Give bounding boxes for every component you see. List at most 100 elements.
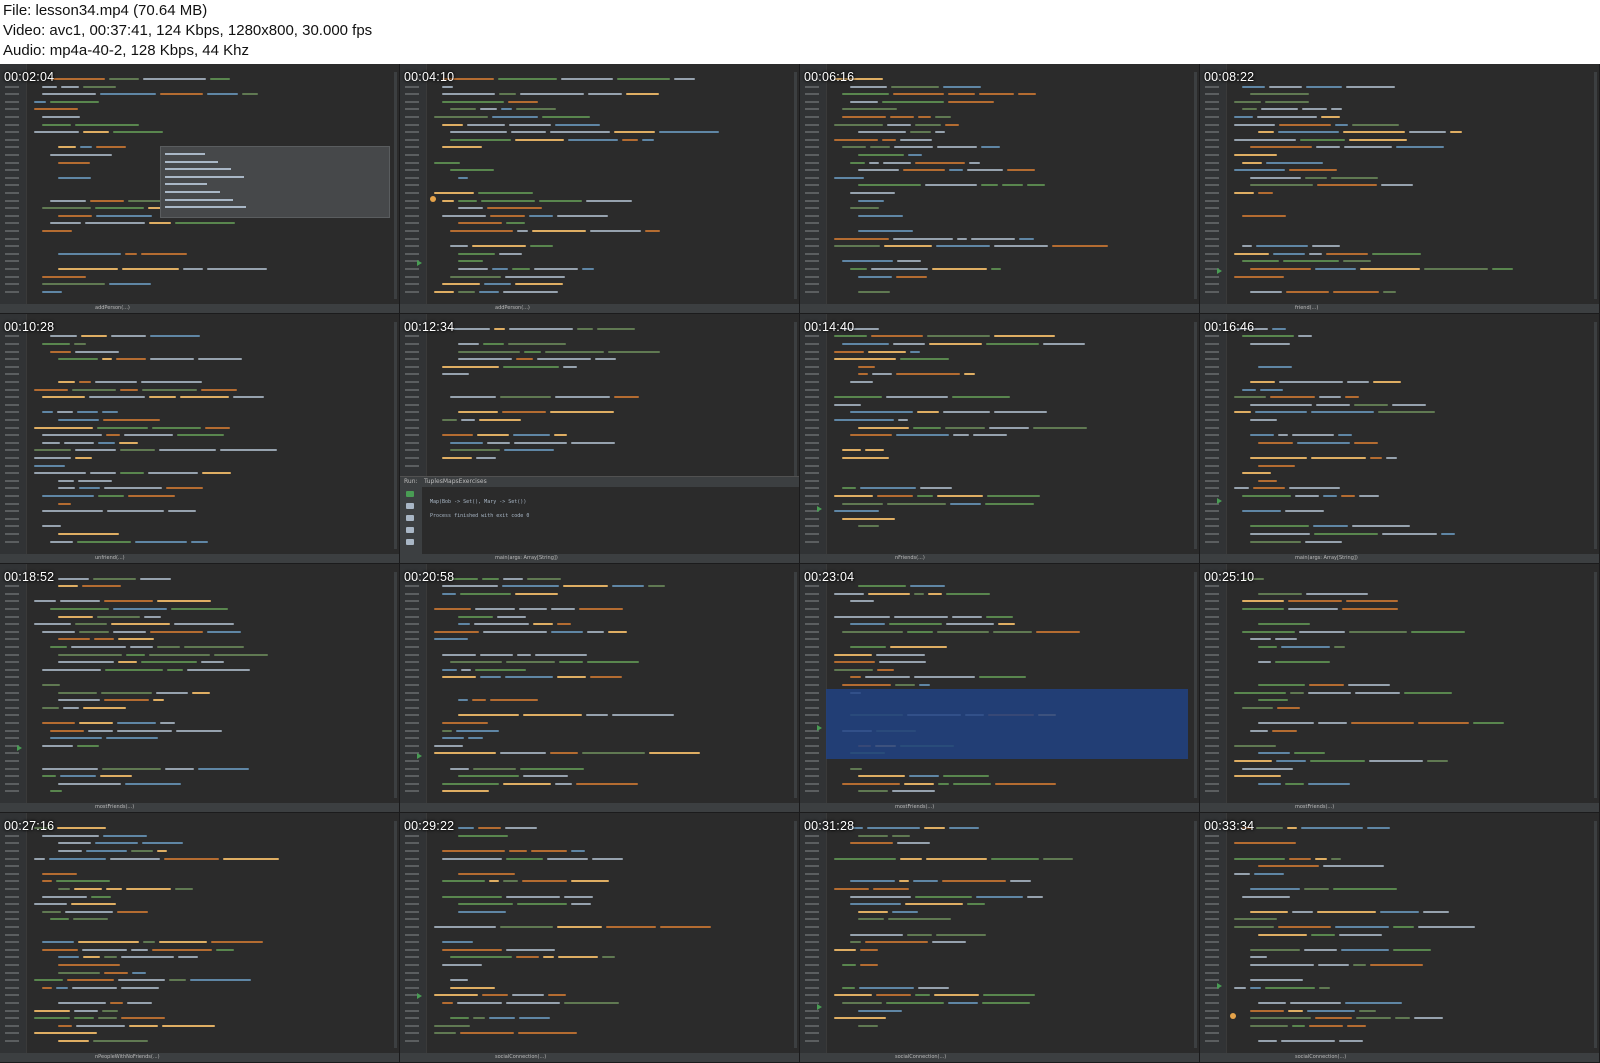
audio-info-line: Audio: mp4a-40-2, 128 Kbps, 44 Khz — [3, 42, 249, 59]
code-token — [499, 252, 522, 255]
video-thumbnail[interactable]: 00:08:22 friend(...) — [1200, 64, 1600, 314]
code-token — [1258, 683, 1305, 686]
code-token — [77, 411, 98, 414]
video-thumbnail[interactable]: 00:31:28 socialConnection(...) — [800, 813, 1200, 1063]
video-thumbnail[interactable]: 00:16:46 main(args: Array[String]) — [1200, 313, 1600, 564]
run-tool-icon[interactable] — [406, 538, 414, 545]
video-thumbnail[interactable]: 00:20:58 — [400, 563, 800, 814]
video-thumbnail[interactable]: 00:10:28 unfriend(...) — [0, 313, 400, 564]
breadcrumb[interactable]: main(args: Array[String]) — [495, 555, 558, 561]
run-tool-icon[interactable] — [406, 514, 414, 521]
editor-scrollbar[interactable] — [1194, 571, 1197, 799]
video-thumbnail[interactable]: 00:25:10 mostFriends(...) — [1200, 563, 1600, 814]
code-token — [50, 737, 102, 740]
code-token — [160, 93, 203, 96]
breadcrumb[interactable]: mostFriends(...) — [95, 804, 134, 810]
autocomplete-item[interactable] — [165, 206, 246, 209]
autocomplete-item[interactable] — [165, 160, 218, 163]
breadcrumb[interactable]: nFriends(...) — [895, 555, 925, 561]
breadcrumb[interactable]: nPeopleWithNoFriends(...) — [95, 1054, 160, 1060]
rerun-icon[interactable] — [406, 490, 414, 497]
run-tool-window[interactable]: Run: TuplesMapsExercises Map(Bob -> Set(),… — [400, 475, 799, 563]
code-token — [555, 123, 600, 126]
thumbnail-grid: 00:02:04 addPerson(...) 00:04:10 addPerson(… — [0, 64, 1600, 1063]
video-thumbnail[interactable]: 00:18:52 mostFriends(...) — [0, 563, 400, 814]
autocomplete-popup[interactable] — [160, 146, 390, 218]
editor-scrollbar[interactable] — [1194, 72, 1197, 299]
line-number — [5, 676, 19, 679]
breadcrumb[interactable]: socialConnection(...) — [895, 1054, 946, 1060]
code-token — [450, 396, 496, 399]
run-tool-icon[interactable] — [406, 526, 414, 533]
autocomplete-item[interactable] — [165, 198, 233, 201]
autocomplete-item[interactable] — [165, 168, 231, 171]
run-tool-icon[interactable] — [406, 502, 414, 509]
editor-scrollbar[interactable] — [794, 821, 797, 1048]
code-token — [434, 926, 496, 929]
line-number — [805, 365, 819, 368]
code-token — [90, 472, 116, 475]
editor-scrollbar[interactable] — [794, 72, 797, 299]
editor-scrollbar[interactable] — [794, 571, 797, 799]
video-thumbnail[interactable]: 00:14:40 nFriends(...) — [800, 313, 1200, 564]
run-gutter-icon[interactable] — [417, 752, 422, 759]
editor-scrollbar[interactable] — [1594, 72, 1597, 299]
editor-scrollbar[interactable] — [1594, 571, 1597, 799]
video-thumbnail[interactable]: 00:23:04 mostFriends(...) — [800, 563, 1200, 814]
editor-scrollbar[interactable] — [1194, 321, 1197, 549]
run-gutter-icon[interactable] — [417, 260, 422, 266]
breadcrumb[interactable]: mostFriends(...) — [1295, 804, 1334, 810]
line-number — [805, 252, 819, 255]
breadcrumb[interactable]: friend(...) — [1295, 305, 1318, 311]
run-config-tab[interactable]: TuplesMapsExercises — [424, 478, 487, 485]
autocomplete-item[interactable] — [165, 175, 244, 178]
run-gutter-icon[interactable] — [17, 744, 22, 751]
editor-scrollbar[interactable] — [394, 321, 397, 549]
autocomplete-item[interactable] — [165, 153, 205, 155]
line-number — [1205, 230, 1219, 232]
video-thumbnail[interactable]: 00:29:22 socialConnection(...) — [400, 813, 800, 1063]
line-number — [405, 790, 419, 793]
autocomplete-item[interactable] — [165, 191, 220, 193]
editor-scrollbar[interactable] — [1594, 821, 1597, 1048]
breadcrumb[interactable]: main(args: Array[String]) — [1295, 555, 1358, 561]
code-token — [1258, 623, 1310, 626]
code-token — [973, 434, 1007, 437]
editor-scrollbar[interactable] — [1594, 321, 1597, 549]
editor-scrollbar[interactable] — [394, 821, 397, 1048]
breadcrumb[interactable]: unfriend(...) — [95, 555, 125, 561]
breadcrumb[interactable]: addPerson(...) — [495, 305, 530, 311]
autocomplete-item[interactable] — [165, 183, 207, 186]
run-gutter-icon[interactable] — [817, 505, 822, 512]
code-token — [58, 532, 119, 535]
breadcrumb[interactable]: socialConnection(...) — [495, 1054, 546, 1060]
code-token — [125, 782, 181, 785]
code-token — [42, 85, 57, 88]
editor-scrollbar[interactable] — [1194, 821, 1197, 1048]
video-thumbnail[interactable]: 00:27:16 nPeopleWithNoFriends(...) — [0, 813, 400, 1063]
run-gutter-icon[interactable] — [817, 1004, 822, 1011]
run-gutter-icon[interactable] — [817, 724, 822, 731]
intention-bulb-icon[interactable] — [1230, 1013, 1236, 1020]
line-number — [805, 237, 819, 240]
breadcrumb[interactable]: socialConnection(...) — [1295, 1054, 1346, 1060]
editor-scrollbar[interactable] — [394, 571, 397, 799]
video-thumbnail[interactable]: 00:12:34 Run: TuplesMapsExercises Map(Bob -… — [400, 313, 800, 564]
line-number — [805, 979, 819, 982]
video-thumbnail[interactable]: 00:06:16 — [800, 64, 1200, 314]
video-thumbnail[interactable]: 00:04:10 addPerson(...) — [400, 64, 800, 314]
video-thumbnail[interactable]: 00:33:34 socialConnection(...) — [1200, 813, 1600, 1063]
video-thumbnail[interactable]: 00:02:04 addPerson(...) — [0, 64, 400, 314]
run-gutter-icon[interactable] — [1217, 497, 1222, 504]
breadcrumb[interactable]: addPerson(...) — [95, 305, 130, 311]
intention-bulb-icon[interactable] — [430, 196, 436, 202]
code-token — [1043, 857, 1073, 860]
breadcrumb[interactable]: mostFriends(...) — [895, 804, 934, 810]
line-number — [1205, 494, 1219, 497]
editor-scrollbar[interactable] — [394, 72, 397, 299]
run-gutter-icon[interactable] — [417, 993, 422, 1000]
run-gutter-icon[interactable] — [1217, 268, 1222, 274]
code-token — [858, 184, 921, 187]
line-number — [405, 600, 419, 603]
run-gutter-icon[interactable] — [1217, 983, 1222, 990]
